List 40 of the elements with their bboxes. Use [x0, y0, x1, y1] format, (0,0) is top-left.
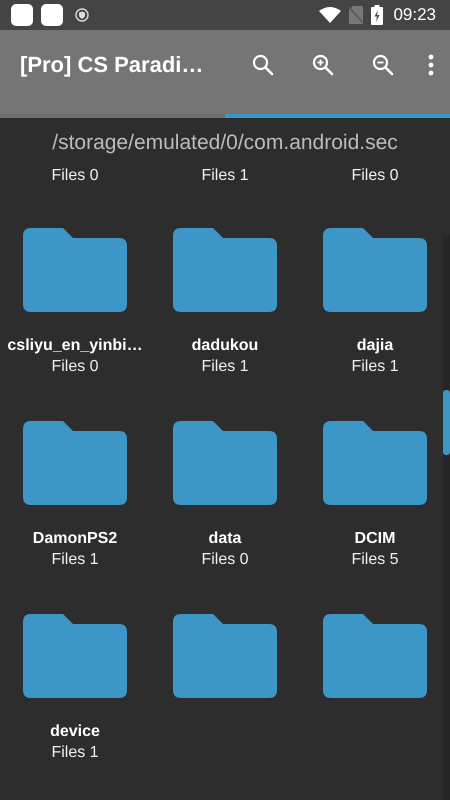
- folder-icon[interactable]: [323, 421, 427, 505]
- zoom-in-icon: [311, 53, 335, 77]
- file-count: Files 0: [201, 550, 249, 570]
- more-icon: [428, 53, 434, 77]
- no-sim-icon: [349, 6, 364, 24]
- battery-charging-icon: [371, 5, 384, 25]
- folder-name: data: [208, 529, 242, 549]
- folder-name: dadukou: [192, 336, 258, 356]
- folder-icon[interactable]: [23, 614, 127, 698]
- folder-name: DamonPS2: [32, 529, 118, 549]
- zoom-out-icon: [371, 53, 395, 77]
- folder-name: DCIM: [354, 529, 396, 549]
- search-icon: [251, 53, 275, 77]
- folder-icon[interactable]: [23, 421, 127, 505]
- app-title: [Pro] CS Paradi…: [20, 52, 204, 78]
- clock-time: 09:23: [393, 5, 436, 25]
- folder-path: /storage/emulated/0/com.android.sec: [51, 130, 399, 156]
- wifi-icon: [319, 7, 342, 23]
- folder-icon[interactable]: [323, 228, 427, 312]
- file-count: Files 0: [351, 166, 399, 186]
- file-count: Files 1: [351, 357, 399, 377]
- folder-icon[interactable]: [173, 421, 277, 505]
- folder-icon[interactable]: [173, 614, 277, 698]
- file-count: Files 1: [201, 357, 249, 377]
- folder-name: csliyu_en_yinbi…: [7, 336, 143, 356]
- notification-icon: [11, 4, 33, 26]
- file-count: Files 1: [201, 166, 249, 186]
- file-count: Files 0: [51, 166, 99, 186]
- folder-name: dajia: [356, 336, 394, 356]
- notification-icon: [41, 4, 63, 26]
- scrollbar-thumb[interactable]: [443, 390, 450, 455]
- file-count: Files 1: [51, 550, 99, 570]
- file-count: Files 1: [51, 743, 99, 763]
- folder-icon[interactable]: [173, 228, 277, 312]
- file-count: Files 5: [351, 550, 399, 570]
- folder-name: device: [50, 722, 100, 742]
- folder-icon[interactable]: [323, 614, 427, 698]
- folder-icon[interactable]: [23, 228, 127, 312]
- shield-icon: [75, 8, 89, 22]
- file-count: Files 0: [51, 357, 99, 377]
